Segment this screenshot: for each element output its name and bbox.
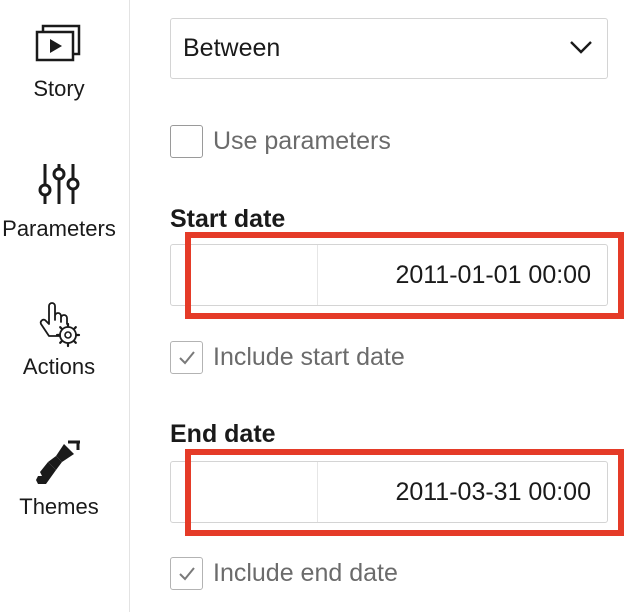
start-date-field: 2011-01-01 00:00 [170, 244, 608, 306]
rail-item-parameters[interactable]: Parameters [0, 160, 118, 242]
include-start-date-row[interactable]: Include start date [170, 341, 405, 374]
sliders-icon [38, 164, 80, 204]
include-end-date-checkbox[interactable] [170, 557, 203, 590]
brush-icon [36, 440, 80, 484]
include-start-date-label: Include start date [213, 343, 405, 371]
end-date-label: End date [170, 420, 276, 448]
side-rail: Story Parameters Actions Themes [0, 0, 130, 612]
filter-panel: Between Use parameters Start date 2011-0… [130, 0, 630, 612]
range-mode-value: Between [183, 34, 281, 62]
rail-label-actions: Actions [22, 354, 96, 379]
rail-item-actions[interactable]: Actions [0, 298, 118, 380]
start-date-label: Start date [170, 205, 286, 233]
include-start-date-checkbox[interactable] [170, 341, 203, 374]
rail-label-themes: Themes [19, 494, 99, 519]
end-date-field: 2011-03-31 00:00 [170, 461, 608, 523]
end-date-input[interactable]: 2011-03-31 00:00 [317, 462, 607, 522]
use-parameters-label: Use parameters [213, 127, 391, 155]
hand-gear-icon [39, 302, 81, 348]
range-mode-select[interactable]: Between [170, 18, 608, 79]
include-end-date-label: Include end date [213, 559, 398, 587]
checkmark-icon [178, 566, 195, 580]
rail-label-story: Story [33, 76, 85, 101]
app-root: Story Parameters Actions Themes Between … [0, 0, 630, 612]
rail-item-story[interactable]: Story [0, 22, 118, 102]
use-parameters-checkbox[interactable] [170, 125, 203, 158]
rail-label-parameters: Parameters [2, 216, 116, 241]
rail-item-themes[interactable]: Themes [0, 440, 118, 520]
story-icon [35, 24, 81, 62]
use-parameters-checkbox-row[interactable]: Use parameters [170, 125, 391, 158]
start-date-input[interactable]: 2011-01-01 00:00 [317, 245, 607, 305]
chevron-down-icon [570, 41, 592, 54]
checkmark-icon [178, 350, 195, 364]
include-end-date-row[interactable]: Include end date [170, 557, 398, 590]
